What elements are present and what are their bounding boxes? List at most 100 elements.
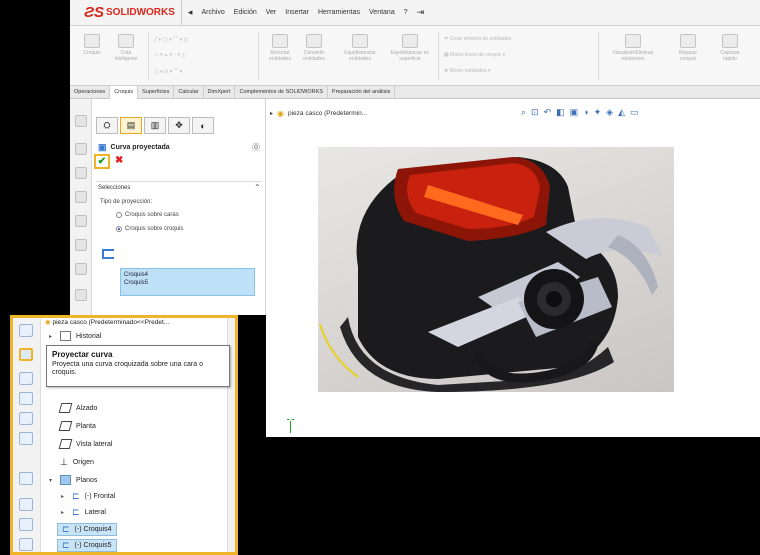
section-view-icon[interactable]: ◧ (556, 107, 565, 118)
pin-icon[interactable]: ⇥ (417, 7, 425, 18)
solidworks-logo[interactable]: ƧS SOLIDWORKS (70, 0, 182, 26)
radio-button[interactable] (116, 212, 122, 218)
tree-item-planos[interactable]: ▾ Planos (49, 475, 97, 485)
sketch-selection-box[interactable]: Croquis4 Croquis5 (120, 268, 255, 296)
reference-geometry-icon[interactable] (19, 472, 33, 485)
tab-complementos[interactable]: Complementos de SOLIDWORKS (235, 86, 328, 99)
convert-entities-button[interactable]: Convertir entidades (300, 34, 328, 62)
flyout-item-icon[interactable] (19, 324, 33, 337)
menu-edicion[interactable]: Edición (234, 9, 257, 16)
split-line-icon[interactable] (19, 372, 33, 385)
menu-ventana[interactable]: Ventana (369, 9, 395, 16)
radio-sketch-on-faces[interactable]: Croquis sobre caras (116, 212, 179, 218)
curve-through-points-icon[interactable] (19, 392, 33, 405)
menu-herramientas[interactable]: Herramientas (318, 9, 360, 16)
zoom-to-fit-icon[interactable]: ⌕ (521, 107, 526, 118)
scene-icon[interactable]: ◭ (618, 107, 625, 118)
radio-button-selected[interactable] (116, 226, 122, 232)
slot-tools-icons[interactable]: ▢ ▾ ⊙ ▾ ⌒ ▾ (154, 68, 182, 75)
zoom-area-icon[interactable]: ⊡ (531, 107, 539, 118)
expand-caret-icon[interactable]: ▸ (61, 509, 67, 516)
expand-caret-icon[interactable]: ▸ (61, 493, 67, 500)
axis-tool-icon[interactable] (19, 518, 33, 531)
radio-sketch-on-sketch[interactable]: Croquis sobre croquis (116, 226, 183, 232)
split-line-icon[interactable] (75, 215, 87, 227)
plane-tool-icon[interactable] (19, 498, 33, 511)
offset-icon (352, 34, 368, 48)
feature-manager-tab-icon[interactable]: ⛭ (96, 117, 118, 134)
origin-tool-icon[interactable] (75, 289, 87, 301)
previous-view-icon[interactable]: ↶ (544, 107, 552, 118)
repair-sketch-button[interactable]: Reparar croquis (674, 34, 702, 62)
tree-item-vista-lateral[interactable]: Vista lateral (49, 439, 112, 449)
line-tools-icons[interactable]: ╱ ▾ ◯ ▾ ⌒ ▾ ◫ (154, 36, 188, 43)
command-ribbon: Croquis Cota inteligente ╱ ▾ ◯ ▾ ⌒ ▾ ◫ ▭… (70, 26, 760, 86)
smart-dimension-button[interactable]: Cota inteligente (112, 34, 140, 62)
tree-item-croquis5[interactable]: ⊏ (-) Croquis5 (57, 539, 117, 552)
view-settings-icon[interactable]: ▭ (630, 107, 639, 118)
sketch-button[interactable]: Croquis (78, 34, 106, 56)
hide-show-icon[interactable]: ✦ (594, 107, 602, 118)
selection-item[interactable]: Croquis4 (124, 271, 251, 279)
tab-calcular[interactable]: Calcular (174, 86, 204, 99)
reference-icon[interactable] (75, 263, 87, 275)
configuration-manager-tab-icon[interactable]: ▥ (144, 117, 166, 134)
dimxpert-tab-icon[interactable]: ✥ (168, 117, 190, 134)
move-entities-item[interactable]: ✥ Mover entidades ▾ (444, 68, 490, 74)
document-title[interactable]: ▸ ◉ pieza casco (Predetermin... (270, 109, 367, 118)
appearance-icon[interactable]: ◈ (606, 107, 613, 118)
helix-icon[interactable] (75, 191, 87, 203)
offset-entities-button[interactable]: Equidistanciar entidades (340, 34, 380, 62)
tab-operaciones[interactable]: Operaciones (70, 86, 111, 99)
ok-button[interactable]: ✔ (94, 154, 110, 169)
view-orientation-icon[interactable]: ▣ (570, 107, 579, 118)
offset-on-surface-button[interactable]: Equidistanciar en superficie (390, 34, 430, 62)
collapse-caret-icon[interactable]: ⌃ (254, 183, 261, 192)
tree-item-planta[interactable]: Planta (49, 421, 96, 431)
quick-snaps-button[interactable]: Capturar rápido (716, 34, 744, 62)
project-curve-icon[interactable] (19, 348, 33, 361)
coordinate-system-icon[interactable] (19, 538, 33, 551)
selections-heading[interactable]: Selecciones (98, 185, 130, 191)
tab-croquis[interactable]: Croquis (110, 86, 139, 99)
menu-help[interactable]: ? (404, 9, 408, 16)
menu-archivo[interactable]: Archivo (201, 9, 224, 16)
linear-pattern-item[interactable]: ▦ Matriz lineal de croquis ▾ (444, 52, 505, 58)
pm-title: ▣ Curva proyectada (98, 142, 170, 153)
sketch-tool-icon[interactable] (75, 143, 87, 155)
display-style-icon[interactable]: ◑ (583, 107, 588, 118)
tree-item-croquis4[interactable]: ⊏ (-) Croquis4 (57, 523, 117, 536)
collapse-caret-icon[interactable]: ▾ (49, 477, 55, 484)
composite-curve-icon[interactable] (19, 432, 33, 445)
graphics-viewport[interactable]: ▸ ◉ pieza casco (Predetermin... ⌕ ⊡ ↶ ◧ … (266, 99, 760, 437)
tree-item-alzado[interactable]: Alzado (49, 403, 97, 413)
property-manager-tab-icon[interactable]: ▤ (120, 117, 142, 134)
curve-icon[interactable] (75, 167, 87, 179)
menu-insertar[interactable]: Insertar (285, 9, 309, 16)
tab-preparacion-analisis[interactable]: Preparación del análisis (328, 86, 396, 99)
rect-tools-icons[interactable]: ▭ ▾ ⌓ ▾ ◌ ▾ ◬ (154, 52, 185, 58)
display-manager-tab-icon[interactable]: ◐ (192, 117, 214, 134)
expand-caret-icon[interactable]: ▸ (49, 333, 55, 340)
tree-item-lateral[interactable]: ▸ ⊏ Lateral (61, 507, 106, 518)
selection-item[interactable]: Croquis5 (124, 279, 251, 287)
cancel-button[interactable]: ✖ (115, 155, 123, 166)
tab-superficies[interactable]: Superficies (138, 86, 175, 99)
help-icon[interactable]: ⓪ (252, 142, 260, 153)
mirror-entities-item[interactable]: ⇌ Crear simetría de entidades (444, 36, 511, 42)
tree-item-frontal[interactable]: ▸ ⊏ (-) Frontal (61, 491, 115, 502)
menu-expand-icon[interactable]: ◂ (188, 7, 193, 18)
feature-icon[interactable] (75, 115, 87, 127)
composite-curve-icon[interactable] (75, 239, 87, 251)
helix-spiral-icon[interactable] (19, 412, 33, 425)
tree-root-item[interactable]: ◉ pieza casco (Predeterminado<<Predet... (45, 318, 169, 326)
trim-entities-button[interactable]: Recortar entidades (266, 34, 294, 62)
tab-dimxpert[interactable]: DimXpert (204, 86, 236, 99)
menu-bar: ◂ Archivo Edición Ver Insertar Herramien… (182, 0, 424, 26)
tree-item-origen[interactable]: ⊥ Origen (49, 457, 94, 468)
display-relations-button[interactable]: Visualizar/Eliminar relaciones (608, 34, 658, 62)
menu-ver[interactable]: Ver (266, 9, 277, 16)
expand-arrow-icon[interactable]: ▸ (270, 110, 273, 117)
tree-item-historial[interactable]: ▸ Historial (49, 331, 101, 341)
trim-icon (272, 34, 288, 48)
